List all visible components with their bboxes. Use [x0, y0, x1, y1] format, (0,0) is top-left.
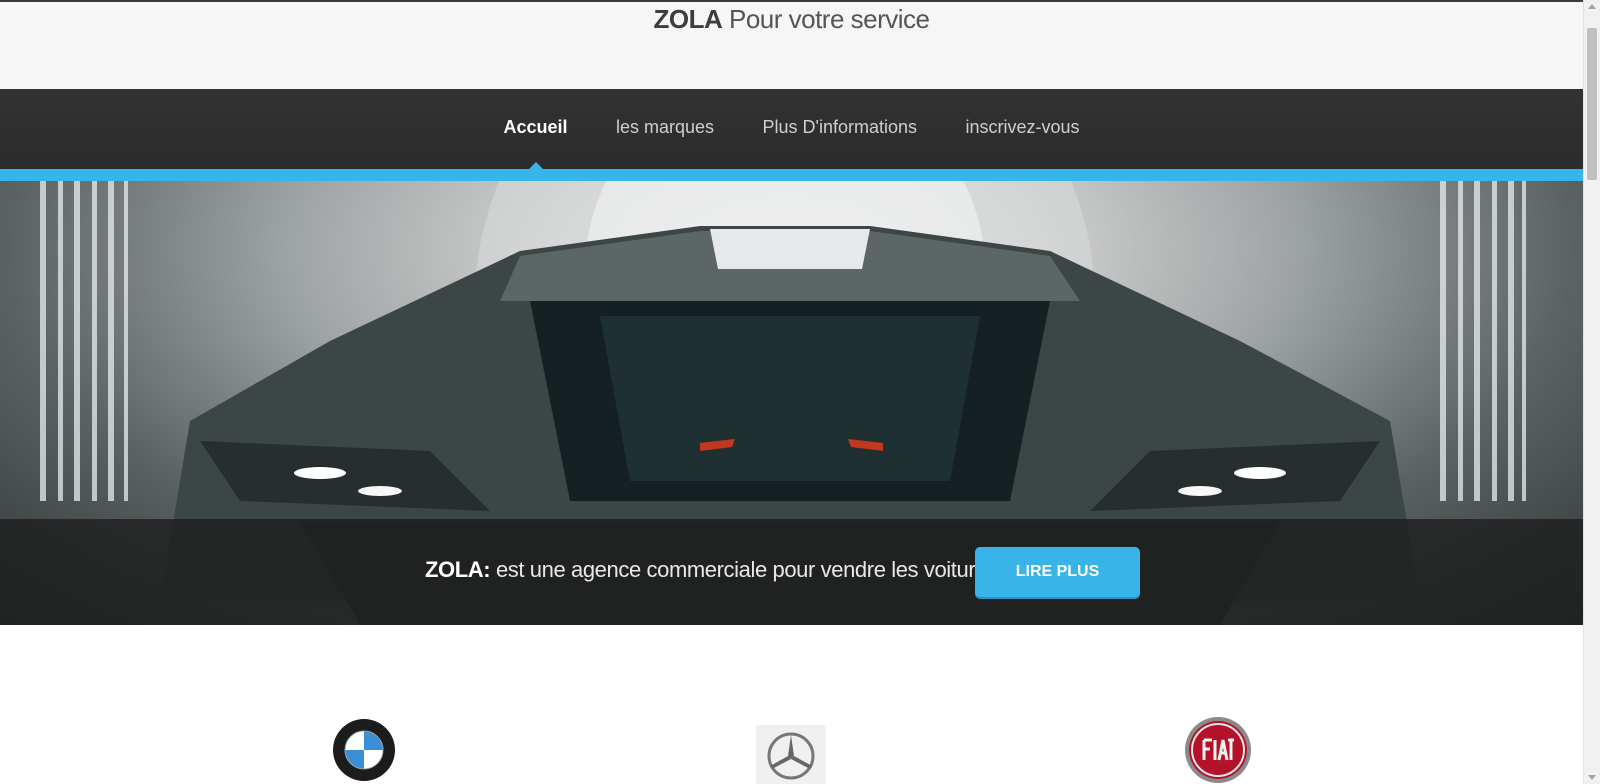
hero-banner: ZOLA: est une agence commerciale pour ve…	[0, 519, 1583, 625]
banner-message: est une agence commerciale pour vendre l…	[495, 557, 1004, 582]
nav-item-accueil[interactable]: Accueil	[504, 117, 568, 170]
mercedes-icon	[756, 725, 826, 784]
accent-bar	[0, 169, 1583, 181]
fiat-logo[interactable]	[1184, 716, 1252, 784]
banner-text: ZOLA: est une agence commerciale pour ve…	[425, 557, 1004, 583]
mercedes-logo[interactable]	[756, 725, 826, 784]
logo-brand: ZOLA	[653, 4, 723, 34]
nav-item-informations[interactable]: Plus D'informations	[763, 117, 918, 138]
main-nav: Accueil les marques Plus D'informations …	[0, 89, 1583, 170]
banner-brand: ZOLA:	[425, 557, 491, 582]
nav-link-inscription[interactable]: inscrivez-vous	[965, 117, 1079, 137]
brands-section	[0, 625, 1583, 784]
nav-link-marques[interactable]: les marques	[616, 117, 714, 137]
nav-item-marques[interactable]: les marques	[616, 117, 714, 138]
fiat-icon	[1185, 717, 1251, 783]
scroll-up-icon[interactable]	[1588, 4, 1596, 9]
bmw-logo[interactable]	[332, 716, 396, 784]
site-header: ZOLA Pour votre service	[0, 2, 1583, 89]
scroll-down-icon[interactable]	[1588, 775, 1596, 780]
nav-link-informations[interactable]: Plus D'informations	[763, 117, 918, 137]
page: ZOLA Pour votre service Accueil les marq…	[0, 0, 1583, 784]
nav-link-accueil[interactable]: Accueil	[504, 117, 568, 137]
hero-section: ZOLA: est une agence commerciale pour ve…	[0, 181, 1583, 625]
nav-item-inscription[interactable]: inscrivez-vous	[965, 117, 1079, 138]
bmw-icon	[333, 719, 395, 781]
logo-tagline: Pour votre service	[728, 4, 930, 34]
scroll-thumb[interactable]	[1587, 28, 1597, 180]
vertical-scrollbar[interactable]	[1583, 0, 1600, 784]
nav-list: Accueil les marques Plus D'informations …	[0, 117, 1583, 170]
read-more-button[interactable]: LIRE PLUS	[975, 547, 1140, 597]
site-logo[interactable]: ZOLA Pour votre service	[0, 4, 1583, 35]
